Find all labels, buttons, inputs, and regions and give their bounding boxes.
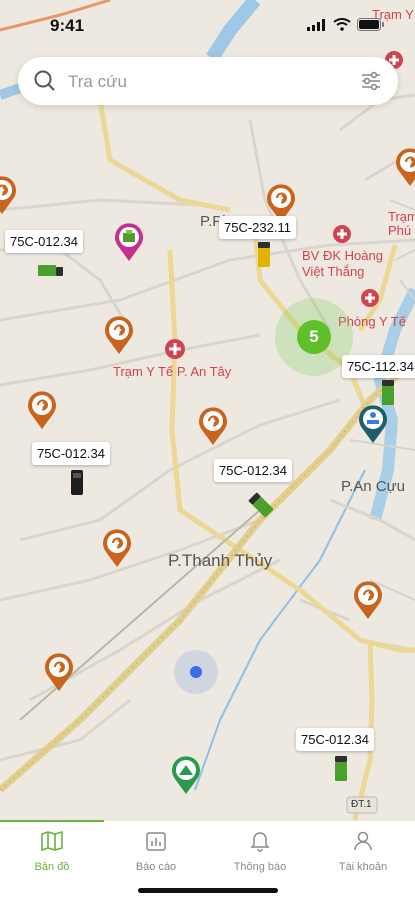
filter-icon[interactable] xyxy=(360,70,382,92)
collection-point-pin-icon[interactable] xyxy=(101,528,133,568)
truck-icon[interactable] xyxy=(38,263,64,277)
vehicle-label[interactable]: 75C-112.34 xyxy=(342,355,415,378)
truck-icon[interactable] xyxy=(334,756,348,782)
report-icon xyxy=(146,832,166,851)
signal-icon xyxy=(307,18,325,31)
collection-point-pin-icon[interactable] xyxy=(197,406,229,446)
search-icon xyxy=(34,70,55,91)
collection-point-pin-icon[interactable] xyxy=(0,175,18,215)
search-bar[interactable]: Tra cứu xyxy=(18,57,398,105)
collection-point-pin-icon[interactable] xyxy=(352,580,384,620)
tab-label: Tài khoản xyxy=(338,861,388,873)
collection-point-pin-icon[interactable] xyxy=(394,147,415,187)
truck-icon[interactable] xyxy=(248,492,274,518)
wifi-icon xyxy=(333,18,351,31)
depot-pin-icon[interactable] xyxy=(113,222,145,262)
map-icon xyxy=(41,831,63,851)
place-p-an-cuu: P.An Cựu xyxy=(341,478,405,495)
tab-report[interactable]: Báo cáo xyxy=(104,829,208,873)
user-icon xyxy=(354,831,372,851)
collection-point-pin-icon[interactable] xyxy=(103,315,135,355)
tab-account[interactable]: Tài khoản xyxy=(311,829,415,873)
truck-icon[interactable] xyxy=(257,242,271,268)
vehicle-label[interactable]: 75C-012.34 xyxy=(296,728,374,751)
search-input[interactable]: Tra cứu xyxy=(68,72,127,92)
tab-label: Báo cáo xyxy=(135,861,177,873)
vehicle-label[interactable]: 75C-012.34 xyxy=(214,459,292,482)
place-bv-hoang-viet-thang: BV ĐK Hoàng Việt Thắng xyxy=(302,248,383,279)
tab-label: Bản đồ xyxy=(34,861,70,873)
road-badge-dt1: ĐT.1 xyxy=(351,799,372,810)
battery-icon xyxy=(357,18,384,31)
hospital-icon[interactable] xyxy=(360,288,380,308)
tab-map[interactable]: Bản đồ xyxy=(0,829,104,873)
vehicle-label[interactable]: 75C-012.34 xyxy=(32,442,110,465)
place-tram-phu: Trạm Phú xyxy=(388,209,415,238)
truck-icon[interactable] xyxy=(70,470,84,496)
status-bar: 9:41 xyxy=(0,0,415,50)
home-indicator xyxy=(138,888,278,893)
office-pin-icon[interactable] xyxy=(357,404,389,444)
cluster-count: 5 xyxy=(297,320,331,354)
tab-notifications[interactable]: Thông báo xyxy=(208,829,312,873)
hospital-icon[interactable] xyxy=(332,224,352,244)
collection-point-pin-icon[interactable] xyxy=(43,652,75,692)
vehicle-label[interactable]: 75C-012.34 xyxy=(5,230,83,253)
active-tab-indicator xyxy=(0,820,104,822)
map-view[interactable]: 9:41 Tra cứu Trạm Y Trạm Phú P.Ph BV ĐK … xyxy=(0,0,415,820)
hospital-icon[interactable] xyxy=(164,338,186,360)
landfill-pin-icon[interactable] xyxy=(170,755,202,795)
place-tram-an-tay: Trạm Y Tế P. An Tây xyxy=(113,364,232,379)
place-p-thanh-thuy: P.Thanh Thủy xyxy=(168,551,273,570)
collection-point-pin-icon[interactable] xyxy=(26,390,58,430)
current-location-marker xyxy=(174,650,218,694)
tab-label: Thông báo xyxy=(233,861,287,873)
bell-icon xyxy=(250,832,270,852)
vehicle-label[interactable]: 75C-232.11 xyxy=(219,216,296,239)
status-time: 9:41 xyxy=(50,16,85,35)
truck-icon[interactable] xyxy=(381,380,395,406)
